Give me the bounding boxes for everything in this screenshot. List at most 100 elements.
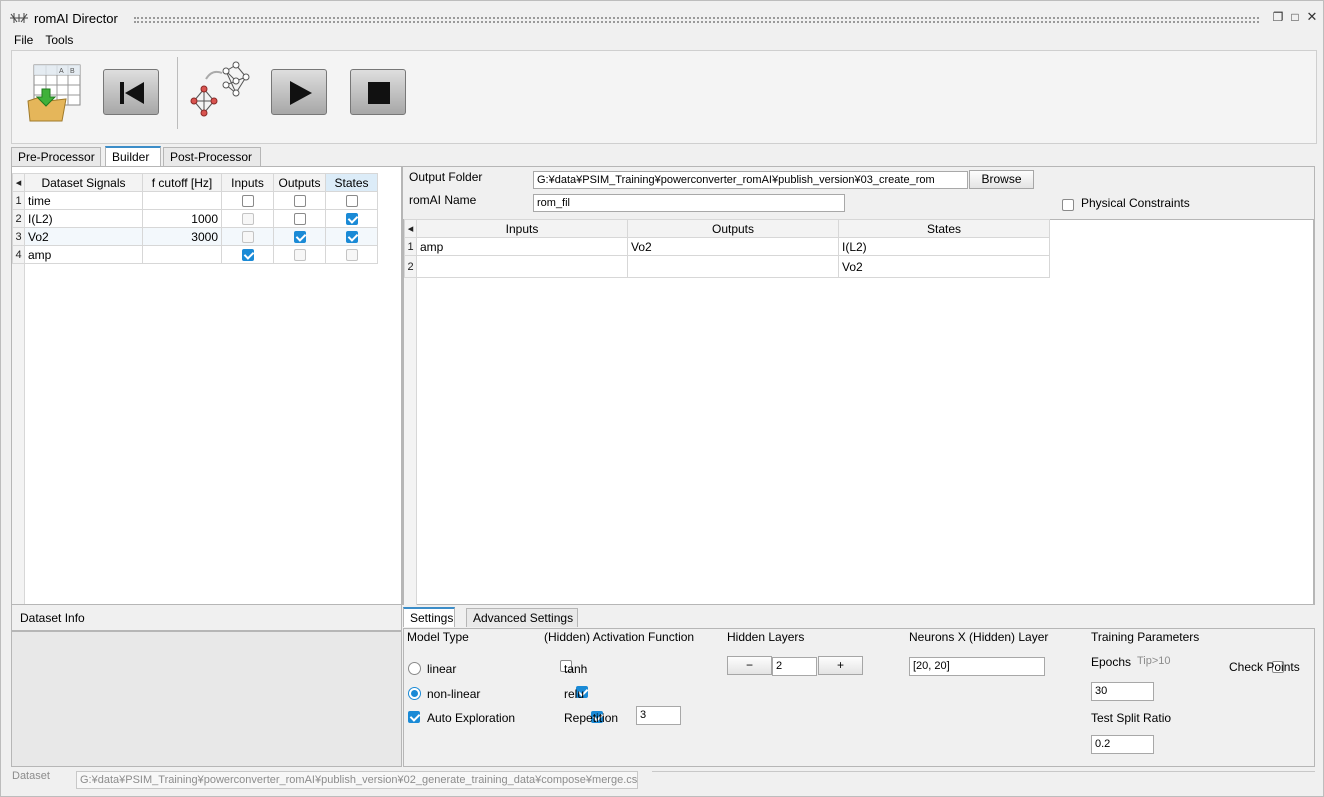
hidden-layers-input[interactable]: 2 — [772, 657, 817, 676]
col-header-inputs[interactable]: Inputs — [221, 173, 274, 192]
io-table: ◂ Inputs Outputs States 1 amp Vo2 I(L2) 2 Vo2 — [404, 219, 1050, 278]
io-corner-cell: ◂ — [404, 219, 417, 238]
auto-exploration-checkbox[interactable] — [408, 710, 420, 723]
outputs-checkbox[interactable] — [293, 195, 306, 208]
inputs-checkbox[interactable] — [241, 213, 254, 226]
table-row[interactable]: 3 Vo2 3000 — [12, 227, 378, 246]
io-row-gutter — [404, 237, 417, 605]
tab-settings[interactable]: Settings — [403, 607, 455, 627]
menu-file[interactable]: File — [8, 32, 39, 48]
inputs-checkbox[interactable] — [241, 249, 254, 262]
outputs-checkbox[interactable] — [293, 213, 306, 226]
io-col-states[interactable]: States — [838, 219, 1050, 238]
tab-builder[interactable]: Builder — [105, 146, 161, 166]
col-header-states[interactable]: States — [325, 173, 378, 192]
table-row[interactable]: 1 amp Vo2 I(L2) — [404, 237, 1050, 256]
toolbar-separator — [177, 57, 178, 129]
tab-post-processor[interactable]: Post-Processor — [163, 147, 261, 166]
states-cell — [325, 191, 378, 210]
browse-button[interactable]: Browse — [969, 170, 1034, 189]
close-icon[interactable]: ✕ — [1305, 10, 1319, 24]
import-data-icon[interactable]: A B — [26, 61, 82, 123]
row-number: 1 — [404, 237, 417, 256]
io-col-outputs[interactable]: Outputs — [627, 219, 839, 238]
states-checkbox[interactable] — [345, 213, 358, 226]
states-checkbox[interactable] — [345, 249, 358, 262]
linear-radio[interactable] — [408, 662, 421, 675]
outputs-checkbox[interactable] — [293, 249, 306, 262]
training-params-label: Training Parameters — [1091, 630, 1200, 644]
epochs-label: Epochs — [1091, 655, 1132, 669]
activation-label: (Hidden) Activation Function — [544, 630, 695, 644]
inputs-cell — [221, 191, 274, 210]
dataset-status-label: Dataset — [12, 770, 50, 782]
io-table-area: ◂ Inputs Outputs States 1 amp Vo2 I(L2) 2 Vo2 — [403, 219, 1314, 605]
table-row[interactable]: 2 Vo2 — [404, 255, 1050, 278]
decrease-layers-button[interactable]: − — [727, 656, 772, 675]
non-linear-radio[interactable] — [408, 687, 421, 700]
neurons-input[interactable]: [20, 20] — [909, 657, 1045, 676]
outputs-cell — [273, 245, 326, 264]
col-header-signals[interactable]: Dataset Signals — [24, 173, 143, 192]
status-divider — [652, 771, 1315, 773]
io-inputs-cell: amp — [416, 237, 628, 256]
inputs-checkbox[interactable] — [241, 231, 254, 244]
col-header-outputs[interactable]: Outputs — [273, 173, 326, 192]
states-cell — [325, 209, 378, 228]
inputs-cell — [221, 227, 274, 246]
settings-tabs: Settings Advanced Settings — [403, 607, 703, 628]
states-checkbox[interactable] — [345, 195, 358, 208]
play-icon — [290, 81, 312, 105]
signal-name-cell: time — [24, 191, 143, 210]
menu-bar: File Tools — [1, 32, 79, 50]
rom-name-input[interactable]: rom_fil — [533, 194, 845, 212]
maximize-icon[interactable]: □ — [1288, 10, 1302, 24]
test-split-input[interactable]: 0.2 — [1091, 735, 1154, 754]
window-title: romAI Director — [34, 11, 118, 26]
stop-button[interactable] — [350, 69, 406, 115]
col-header-cutoff[interactable]: f cutoff [Hz] — [142, 173, 222, 192]
neural-network-icon[interactable] — [188, 61, 252, 123]
epochs-input[interactable]: 30 — [1091, 682, 1154, 701]
io-states-cell: I(L2) — [838, 237, 1050, 256]
io-col-inputs[interactable]: Inputs — [416, 219, 628, 238]
toolbar: A B — [11, 50, 1317, 144]
physical-constraints-checkbox[interactable] — [1062, 198, 1074, 211]
title-grip — [134, 17, 1259, 23]
svg-text:B: B — [70, 68, 75, 75]
dataset-path-field: G:¥data¥PSIM_Training¥powerconverter_rom… — [76, 771, 638, 789]
neurons-label: Neurons X (Hidden) Layer — [909, 630, 1049, 644]
skip-to-start-icon — [120, 82, 144, 104]
skip-to-start-button[interactable] — [103, 69, 159, 115]
table-row[interactable]: 2 I(L2) 1000 — [12, 209, 378, 228]
tab-pre-processor[interactable]: Pre-Processor — [11, 147, 101, 166]
row-number: 1 — [12, 191, 25, 210]
restore-icon[interactable]: ❐ — [1271, 10, 1285, 24]
output-folder-input[interactable]: G:¥data¥PSIM_Training¥powerconverter_rom… — [533, 171, 968, 189]
cutoff-cell: 3000 — [142, 227, 222, 246]
states-checkbox[interactable] — [345, 231, 358, 244]
states-cell — [325, 245, 378, 264]
app-logo-icon — [10, 12, 28, 23]
table-row[interactable]: 4 amp — [12, 245, 378, 264]
signal-name-cell: Vo2 — [24, 227, 143, 246]
increase-layers-button[interactable]: + — [818, 656, 863, 675]
io-states-cell: Vo2 — [838, 255, 1050, 278]
stop-icon — [368, 82, 390, 104]
table-row[interactable]: 1 time — [12, 191, 378, 210]
builder-panel: Output Folder G:¥data¥PSIM_Training¥powe… — [402, 166, 1315, 605]
rom-name-label: romAI Name — [409, 193, 477, 207]
menu-tools[interactable]: Tools — [39, 32, 79, 48]
signals-panel: ◂ Dataset Signals f cutoff [Hz] Inputs O… — [11, 166, 402, 605]
outputs-cell — [273, 209, 326, 228]
dataset-info-panel — [11, 631, 402, 767]
repetition-input[interactable]: 3 — [636, 706, 681, 725]
play-button[interactable] — [271, 69, 327, 115]
app-window: romAI Director ❐ □ ✕ File Tools A B Pre-… — [0, 0, 1324, 797]
inputs-checkbox[interactable] — [241, 195, 254, 208]
tab-advanced-settings[interactable]: Advanced Settings — [466, 608, 578, 627]
auto-exploration-label: Auto Exploration — [427, 711, 516, 725]
outputs-checkbox[interactable] — [293, 231, 306, 244]
io-outputs-cell: Vo2 — [627, 237, 839, 256]
inputs-cell — [221, 245, 274, 264]
